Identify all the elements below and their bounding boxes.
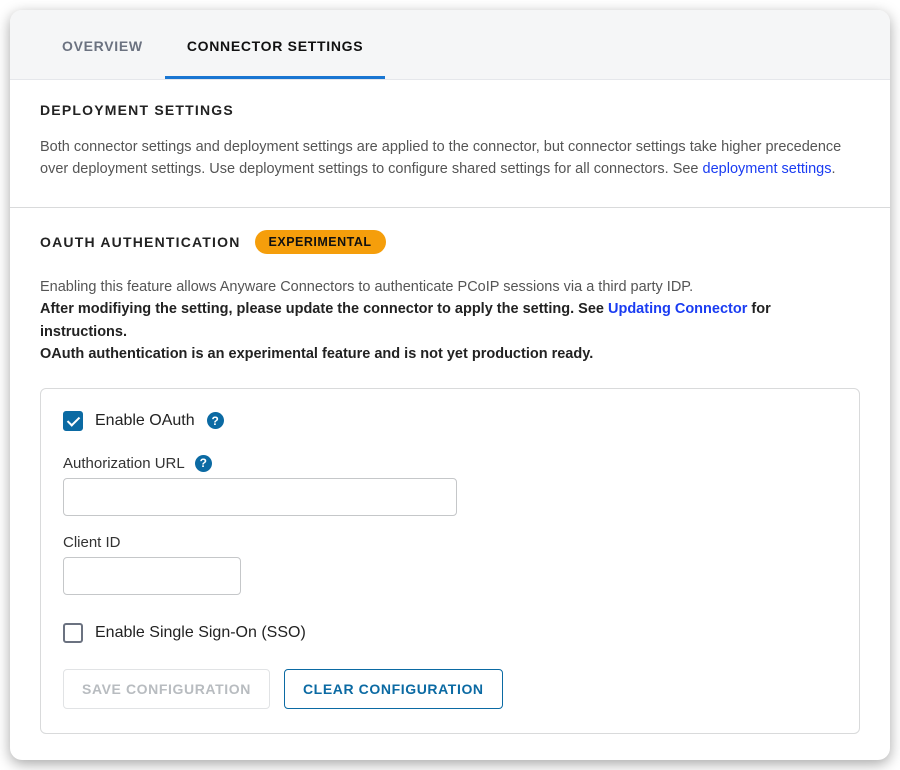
enable-oauth-row: Enable OAuth ? — [63, 411, 837, 431]
deployment-text-post: . — [832, 161, 836, 177]
oauth-config-card: Enable OAuth ? Authorization URL ? Clien… — [40, 388, 860, 734]
save-configuration-button[interactable]: SAVE CONFIGURATION — [63, 669, 270, 709]
oauth-section: OAUTH AUTHENTICATION EXPERIMENTAL Enabli… — [10, 208, 890, 760]
tab-connector-settings[interactable]: CONNECTOR SETTINGS — [165, 10, 385, 79]
deployment-title: DEPLOYMENT SETTINGS — [40, 102, 860, 118]
button-row: SAVE CONFIGURATION CLEAR CONFIGURATION — [63, 669, 837, 709]
clear-configuration-button[interactable]: CLEAR CONFIGURATION — [284, 669, 503, 709]
help-icon[interactable]: ? — [207, 412, 224, 429]
tab-bar: OVERVIEW CONNECTOR SETTINGS — [10, 10, 890, 80]
experimental-badge: EXPERIMENTAL — [255, 230, 386, 254]
auth-url-label-row: Authorization URL ? — [63, 455, 837, 472]
oauth-line3: OAuth authentication is an experimental … — [40, 346, 593, 362]
deployment-settings-link[interactable]: deployment settings — [703, 161, 832, 177]
oauth-title: OAUTH AUTHENTICATION — [40, 234, 241, 250]
enable-oauth-label: Enable OAuth — [95, 412, 195, 430]
tab-overview[interactable]: OVERVIEW — [40, 10, 165, 79]
updating-connector-link[interactable]: Updating Connector — [608, 301, 747, 317]
enable-sso-label: Enable Single Sign-On (SSO) — [95, 624, 306, 642]
deployment-description: Both connector settings and deployment s… — [40, 136, 860, 181]
auth-url-input[interactable] — [63, 478, 457, 516]
oauth-line1: Enabling this feature allows Anyware Con… — [40, 279, 693, 295]
oauth-line2-pre: After modifiying the setting, please upd… — [40, 301, 608, 317]
oauth-header: OAUTH AUTHENTICATION EXPERIMENTAL — [40, 230, 860, 254]
oauth-description: Enabling this feature allows Anyware Con… — [40, 276, 860, 366]
help-icon[interactable]: ? — [195, 455, 212, 472]
enable-oauth-checkbox[interactable] — [63, 411, 83, 431]
client-id-label: Client ID — [63, 534, 121, 551]
auth-url-label: Authorization URL — [63, 455, 185, 472]
client-id-input[interactable] — [63, 557, 241, 595]
enable-sso-row: Enable Single Sign-On (SSO) — [63, 623, 837, 643]
enable-sso-checkbox[interactable] — [63, 623, 83, 643]
client-id-field: Client ID — [63, 534, 837, 595]
deployment-section: DEPLOYMENT SETTINGS Both connector setti… — [10, 80, 890, 208]
auth-url-field: Authorization URL ? — [63, 455, 837, 516]
settings-panel: OVERVIEW CONNECTOR SETTINGS DEPLOYMENT S… — [10, 10, 890, 760]
